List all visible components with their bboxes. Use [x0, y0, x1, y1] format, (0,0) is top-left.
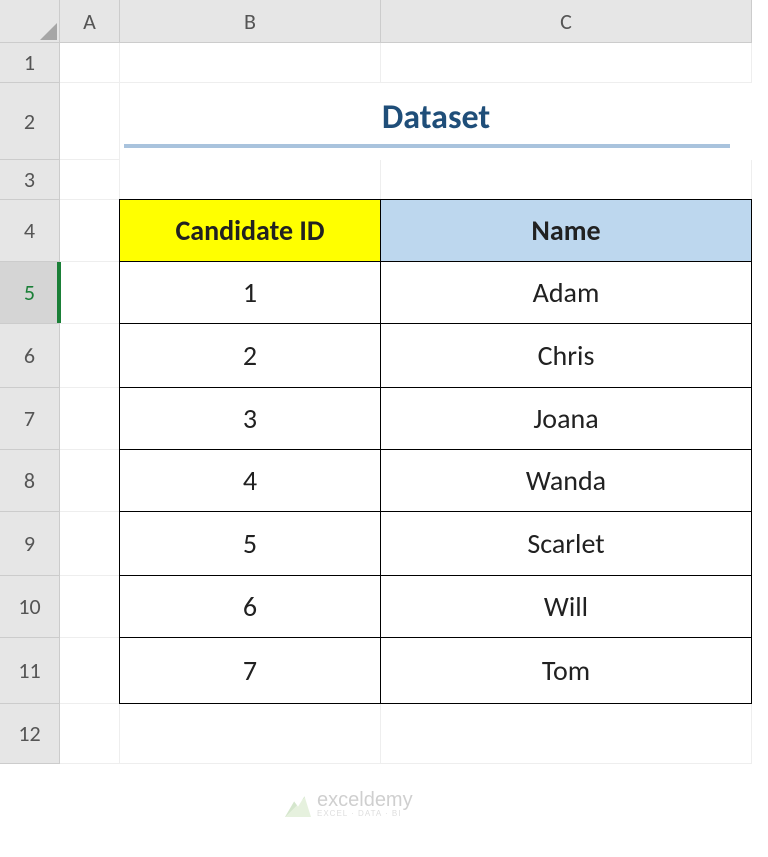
cell-B5[interactable]: 1: [119, 261, 381, 324]
cell-C5[interactable]: Adam: [380, 261, 752, 324]
row-header-1[interactable]: 1: [0, 43, 60, 83]
row-header-12[interactable]: 12: [0, 704, 60, 764]
cell-B6[interactable]: 2: [119, 323, 381, 388]
row-header-7[interactable]: 7: [0, 388, 60, 450]
cell-A8[interactable]: [60, 450, 120, 512]
cell-A11[interactable]: [60, 638, 120, 704]
watermark-brand: exceldemy: [317, 790, 413, 810]
cell-B10[interactable]: 6: [119, 575, 381, 638]
cell-B9[interactable]: 5: [119, 511, 381, 576]
cell-A7[interactable]: [60, 388, 120, 450]
col-header-A[interactable]: A: [60, 0, 120, 43]
cell-A10[interactable]: [60, 576, 120, 638]
cell-A9[interactable]: [60, 512, 120, 576]
row-header-11[interactable]: 11: [0, 638, 60, 704]
cell-C10[interactable]: Will: [380, 575, 752, 638]
cell-C12[interactable]: [381, 704, 752, 764]
cell-B8[interactable]: 4: [119, 449, 381, 512]
cell-C3[interactable]: [381, 160, 752, 200]
cell-C1[interactable]: [381, 43, 752, 83]
table-header-name[interactable]: Name: [380, 199, 752, 262]
title-underline: [124, 144, 730, 148]
cell-B3[interactable]: [120, 160, 381, 200]
row-header-8[interactable]: 8: [0, 450, 60, 512]
cell-A6[interactable]: [60, 324, 120, 388]
dataset-title[interactable]: Dataset: [120, 83, 752, 160]
cell-B11[interactable]: 7: [119, 637, 381, 704]
row-header-3[interactable]: 3: [0, 160, 60, 200]
spreadsheet-grid: A B C 1 2 3 4 5 6 7 8 9 10 11 12 Dataset…: [0, 0, 768, 764]
cell-A2[interactable]: [60, 83, 120, 160]
cell-C6[interactable]: Chris: [380, 323, 752, 388]
cell-B7[interactable]: 3: [119, 387, 381, 450]
cell-A1[interactable]: [60, 43, 120, 83]
cell-A5[interactable]: [60, 262, 120, 324]
row-header-9[interactable]: 9: [0, 512, 60, 576]
table-header-candidate-id[interactable]: Candidate ID: [119, 199, 381, 262]
cell-A4[interactable]: [60, 200, 120, 262]
row-header-10[interactable]: 10: [0, 576, 60, 638]
cell-C11[interactable]: Tom: [380, 637, 752, 704]
col-header-C[interactable]: C: [381, 0, 752, 43]
cell-A12[interactable]: [60, 704, 120, 764]
watermark: exceldemy EXCEL · DATA · BI: [285, 790, 413, 818]
col-header-B[interactable]: B: [120, 0, 381, 43]
watermark-tagline: EXCEL · DATA · BI: [317, 810, 413, 818]
watermark-logo-icon: [285, 791, 311, 817]
row-header-6[interactable]: 6: [0, 324, 60, 388]
row-header-5[interactable]: 5: [0, 262, 60, 324]
row-header-4[interactable]: 4: [0, 200, 60, 262]
row-header-2[interactable]: 2: [0, 83, 60, 160]
cell-B12[interactable]: [120, 704, 381, 764]
cell-B1[interactable]: [120, 43, 381, 83]
cell-C7[interactable]: Joana: [380, 387, 752, 450]
cell-A3[interactable]: [60, 160, 120, 200]
cell-C8[interactable]: Wanda: [380, 449, 752, 512]
select-all-corner[interactable]: [0, 0, 60, 43]
title-text: Dataset: [382, 97, 490, 138]
watermark-text: exceldemy EXCEL · DATA · BI: [317, 790, 413, 818]
cell-C9[interactable]: Scarlet: [380, 511, 752, 576]
